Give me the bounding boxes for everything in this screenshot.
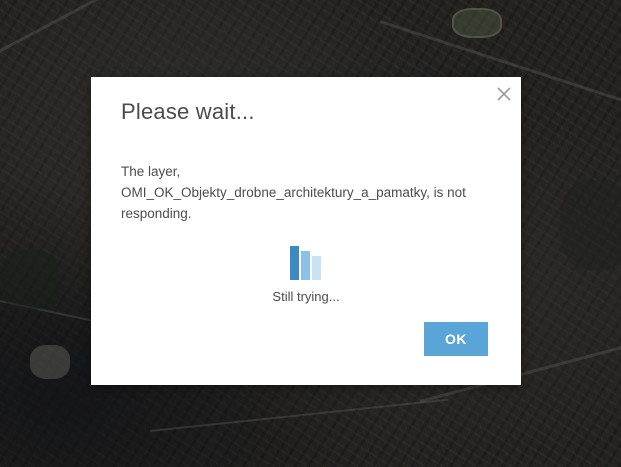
loader-bar xyxy=(290,246,299,280)
message-line: responding. xyxy=(121,206,192,221)
loading-bars-icon xyxy=(290,246,326,280)
loader-bar xyxy=(301,251,310,280)
loader-bar xyxy=(312,256,321,280)
message-line: The layer, xyxy=(121,164,181,179)
ok-button[interactable]: OK xyxy=(424,322,488,356)
dialog-title: Please wait... xyxy=(121,99,255,124)
message-line: OMI_OK_Objekty_drobne_architektury_a_pam… xyxy=(121,185,466,200)
close-icon[interactable] xyxy=(495,85,513,103)
dialog-message: The layer, OMI_OK_Objekty_drobne_archite… xyxy=(121,161,501,224)
status-text: Still trying... xyxy=(272,289,340,304)
please-wait-dialog: Please wait... The layer, OMI_OK_Objekty… xyxy=(91,77,521,385)
